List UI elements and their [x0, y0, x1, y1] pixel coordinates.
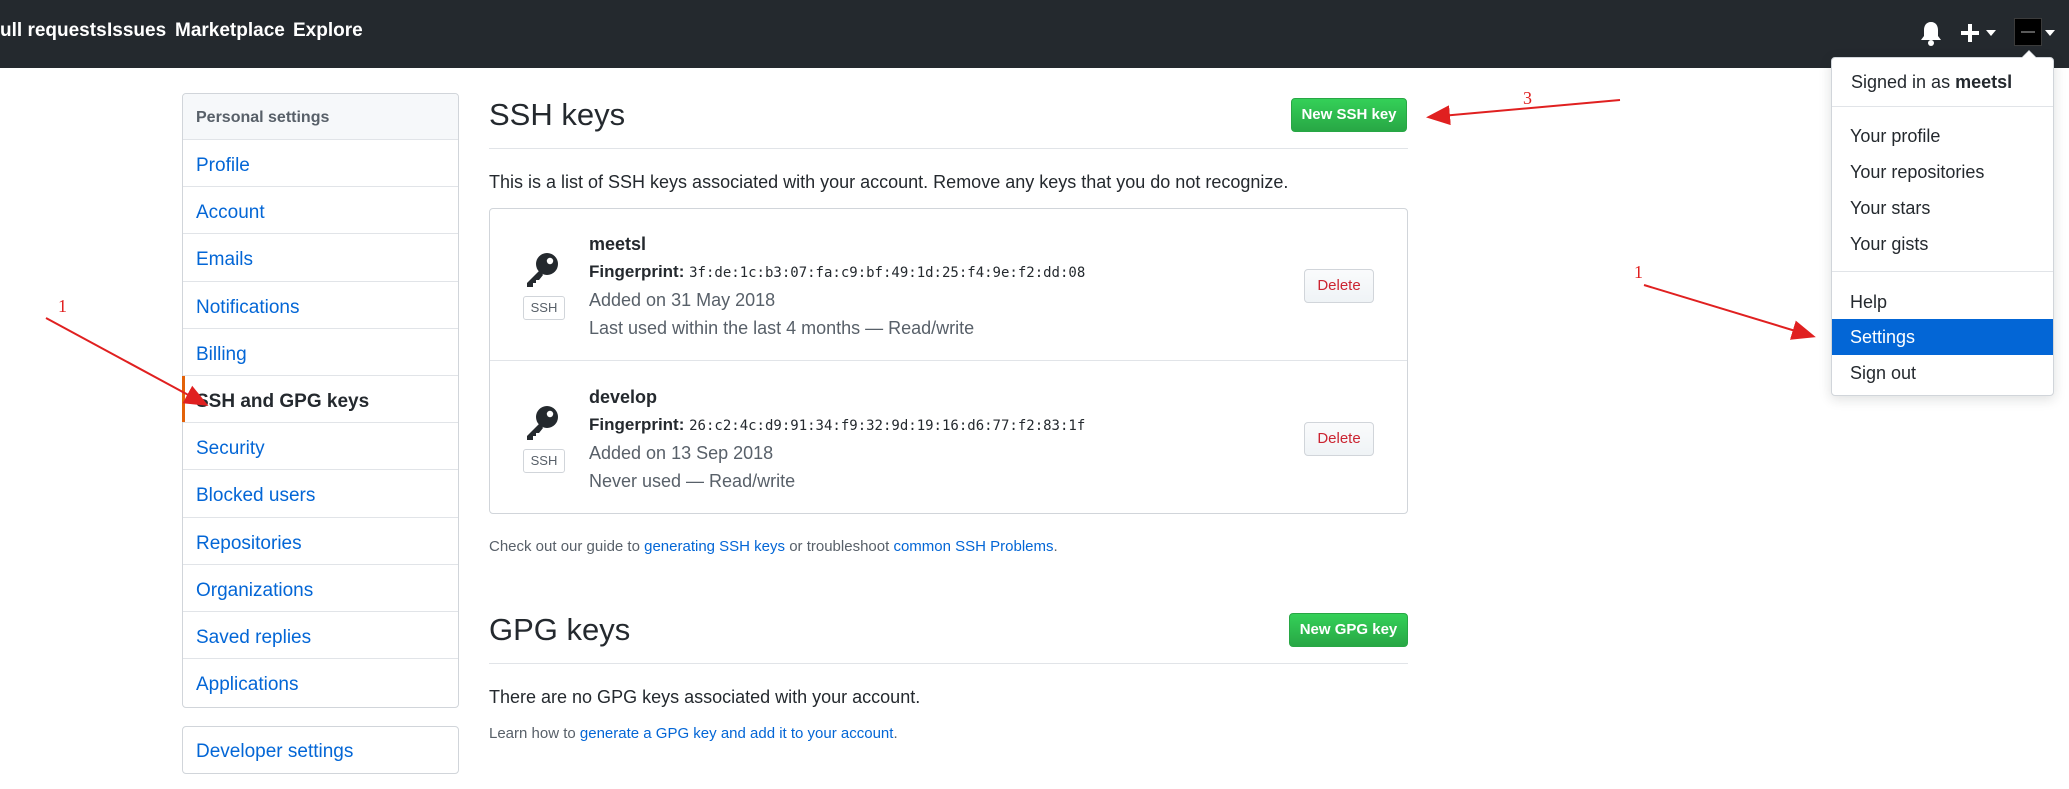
ssh-badge: SSH: [523, 296, 565, 320]
sidebar-item-blocked-users[interactable]: Blocked users: [183, 470, 458, 518]
guide-prefix: Check out our guide to: [489, 538, 645, 555]
sidebar-item-ssh-gpg-keys[interactable]: SSH and GPG keys: [182, 375, 458, 424]
section-divider: [489, 663, 1408, 664]
fingerprint-label: Fingerprint:: [589, 262, 685, 281]
gpg-keys-title: GPG keys: [489, 612, 631, 647]
generating-ssh-keys-link[interactable]: generating SSH keys: [644, 538, 785, 555]
user-menu-toggle[interactable]: [2014, 18, 2055, 48]
key-icon: [523, 251, 561, 289]
annotation-arrow-settings: [1643, 284, 1816, 340]
sidebar-item-billing[interactable]: Billing: [183, 329, 458, 376]
signed-in-as: Signed in as meetsl: [1851, 72, 2012, 93]
chevron-down-icon: [2045, 30, 2055, 36]
sidebar-heading: Personal settings: [183, 94, 458, 140]
key-title: develop: [589, 387, 658, 407]
menu-item-your-gists[interactable]: Your gists: [1832, 226, 2053, 262]
fingerprint-label: Fingerprint:: [589, 415, 685, 434]
sidebar-item-organizations[interactable]: Organizations: [183, 565, 458, 612]
nav-pull-requests[interactable]: ull requests: [0, 20, 107, 42]
chevron-down-icon: [1986, 30, 1996, 36]
top-header: ull requests Issues Marketplace Explore: [0, 0, 2069, 68]
plus-icon[interactable]: [1958, 16, 2000, 48]
menu-item-help[interactable]: Help: [1832, 284, 2053, 320]
guide-middle: or troubleshoot: [785, 538, 894, 555]
menu-item-sign-out[interactable]: Sign out: [1832, 355, 2053, 391]
annotation-number: 1: [1634, 262, 1643, 282]
settings-sidebar: Personal settings Profile Account Emails…: [182, 93, 459, 708]
ssh-key-row: SSH develop Fingerprint: 26:c2:4c:d9:91:…: [490, 362, 1407, 514]
guide-suffix: .: [1053, 538, 1058, 555]
sidebar-item-developer-settings[interactable]: Developer settings: [182, 726, 459, 774]
sidebar-item-emails[interactable]: Emails: [183, 234, 458, 282]
no-gpg-keys-text: There are no GPG keys associated with yo…: [489, 687, 921, 707]
fingerprint-value: 3f:de:1c:b3:07:fa:c9:bf:49:1d:25:f4:9e:f…: [689, 265, 1086, 281]
ssh-intro-text: This is a list of SSH keys associated wi…: [489, 172, 1289, 192]
key-fingerprint: Fingerprint: 26:c2:4c:d9:91:34:f9:32:9d:…: [589, 415, 1085, 435]
annotation-number: 3: [1523, 88, 1532, 108]
bell-icon[interactable]: [1920, 20, 1942, 46]
sidebar-item-saved-replies[interactable]: Saved replies: [183, 612, 458, 660]
sidebar-item-security[interactable]: Security: [183, 423, 458, 471]
nav-issues[interactable]: Issues: [107, 20, 166, 42]
signed-in-username: meetsl: [1955, 72, 2013, 92]
sidebar-item-notifications[interactable]: Notifications: [183, 282, 458, 329]
sidebar-item-repositories[interactable]: Repositories: [183, 518, 458, 565]
annotation-number: 1: [58, 296, 67, 316]
avatar: [2014, 18, 2042, 46]
page: ull requests Issues Marketplace Explore …: [0, 0, 2069, 789]
delete-key-button[interactable]: Delete: [1304, 422, 1374, 456]
generate-gpg-key-link[interactable]: generate a GPG key and add it to your ac…: [580, 725, 894, 742]
learn-suffix: .: [893, 725, 898, 742]
new-gpg-key-button[interactable]: New GPG key: [1289, 613, 1408, 647]
fingerprint-value: 26:c2:4c:d9:91:34:f9:32:9d:19:16:d6:77:f…: [689, 418, 1086, 434]
ssh-badge: SSH: [523, 449, 565, 473]
key-title: meetsl: [589, 234, 647, 254]
gpg-learn-text: Learn how to generate a GPG key and add …: [489, 725, 898, 742]
ssh-keys-title: SSH keys: [489, 97, 626, 132]
dropdown-divider: [1832, 106, 2053, 107]
key-added-date: Added on 13 Sep 2018: [589, 443, 774, 463]
sidebar-item-account[interactable]: Account: [183, 187, 458, 235]
nav-marketplace[interactable]: Marketplace: [175, 20, 285, 42]
ssh-keys-list: SSH meetsl Fingerprint: 3f:de:1c:b3:07:f…: [489, 208, 1408, 514]
sidebar-item-profile[interactable]: Profile: [183, 140, 458, 188]
learn-prefix: Learn how to: [489, 725, 580, 742]
delete-key-button[interactable]: Delete: [1304, 269, 1374, 303]
ssh-key-row: SSH meetsl Fingerprint: 3f:de:1c:b3:07:f…: [490, 209, 1407, 361]
ssh-guide-text: Check out our guide to generating SSH ke…: [489, 538, 1058, 555]
sidebar-item-applications[interactable]: Applications: [183, 659, 458, 706]
key-fingerprint: Fingerprint: 3f:de:1c:b3:07:fa:c9:bf:49:…: [589, 262, 1085, 282]
menu-item-your-repositories[interactable]: Your repositories: [1832, 154, 2053, 190]
signed-in-prefix: Signed in as: [1851, 72, 1956, 92]
dropdown-divider: [1832, 271, 2053, 272]
new-ssh-key-button[interactable]: New SSH key: [1291, 98, 1407, 132]
menu-item-your-stars[interactable]: Your stars: [1832, 190, 2053, 226]
nav-explore[interactable]: Explore: [293, 20, 363, 42]
key-added-date: Added on 31 May 2018: [589, 290, 776, 310]
key-last-used: Never used — Read/write: [589, 471, 796, 491]
menu-item-your-profile[interactable]: Your profile: [1832, 118, 2053, 154]
section-divider: [489, 148, 1408, 149]
common-ssh-problems-link[interactable]: common SSH Problems: [893, 538, 1053, 555]
key-last-used: Last used within the last 4 months — Rea…: [589, 318, 975, 338]
user-dropdown-menu: Signed in as meetsl Your profile Your re…: [1831, 50, 2054, 396]
menu-item-settings[interactable]: Settings: [1832, 319, 2053, 355]
key-icon: [523, 404, 561, 442]
